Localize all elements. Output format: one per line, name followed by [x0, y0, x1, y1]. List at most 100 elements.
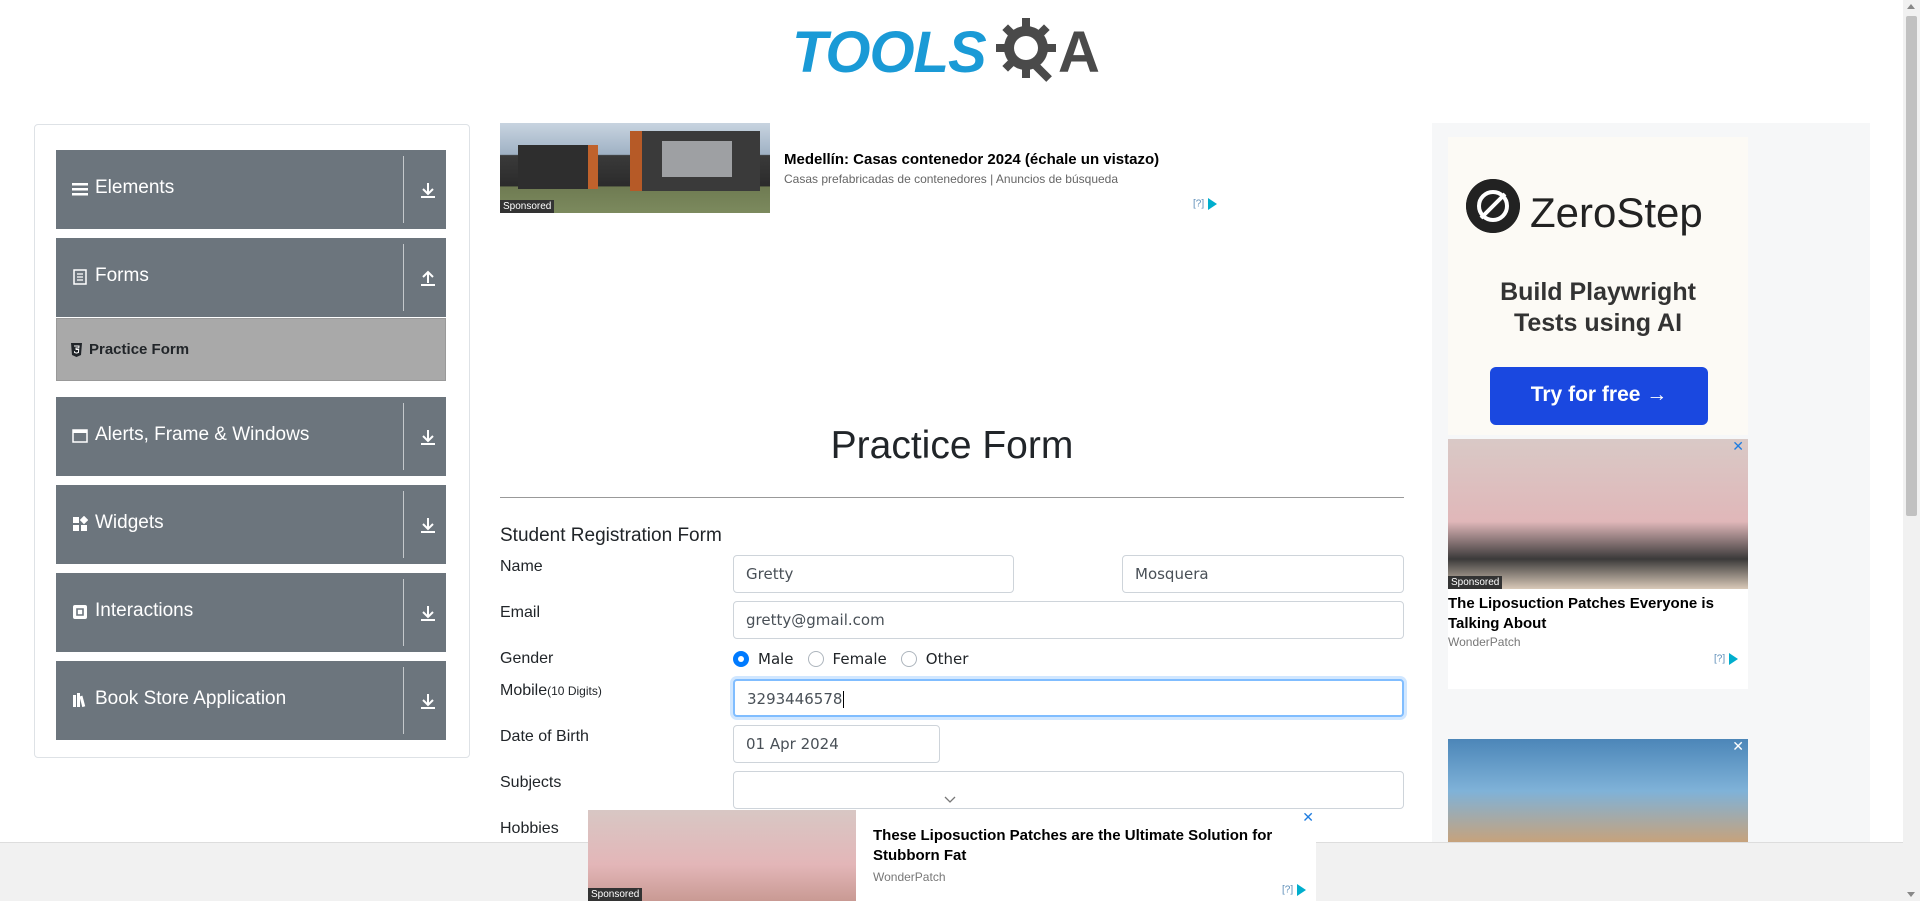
ad-image-container-house [630, 131, 760, 191]
close-icon[interactable]: ✕ [1302, 810, 1314, 826]
sponsored-label: Sponsored [588, 888, 643, 901]
document-icon [73, 269, 87, 285]
mobile-hint: (10 Digits) [547, 684, 602, 698]
right-ad-column: ZeroStep Build Playwright Tests using AI… [1432, 123, 1870, 843]
date-of-birth-input[interactable]: 01 Apr 2024 [733, 725, 940, 763]
mobile-label: Mobile(10 Digits) [500, 682, 602, 700]
sidebar-group-label: Interactions [95, 600, 194, 621]
title-divider [500, 497, 1404, 498]
first-name-input[interactable]: Gretty [733, 555, 1014, 593]
download-arrow-icon[interactable] [419, 515, 437, 535]
form-heading: Student Registration Form [500, 525, 722, 546]
group-divider [403, 244, 404, 311]
last-name-input[interactable]: Mosquera [1122, 555, 1404, 593]
mobile-input[interactable]: 3293446578 [733, 679, 1404, 717]
ad-title[interactable]: These Liposuction Patches are the Ultima… [873, 826, 1303, 866]
group-divider [403, 156, 404, 223]
sidebar-group-label: Forms [95, 265, 149, 286]
adchoices-label: [?] [1282, 884, 1294, 896]
sidebar-item-practice-form[interactable]: Practice Form [56, 318, 446, 381]
interactions-icon [73, 605, 87, 619]
ad-title[interactable]: The Liposuction Patches Everyone is Talk… [1448, 594, 1748, 634]
gender-radio-female[interactable] [807, 651, 824, 667]
email-input[interactable]: gretty@gmail.com [733, 601, 1404, 639]
page-title: Practice Form [830, 424, 1074, 467]
email-label: Email [500, 604, 541, 621]
liposuction-ad-card[interactable]: Sponsored ✕ The Liposuction Patches Ever… [1448, 439, 1748, 689]
ad-brand: WonderPatch [1448, 635, 1521, 649]
sponsored-label: Sponsored [500, 200, 555, 213]
ad-image-container-house [518, 145, 598, 189]
zerostep-ad[interactable]: ZeroStep Build Playwright Tests using AI… [1448, 137, 1748, 435]
gender-label-male[interactable]: Male [758, 650, 794, 668]
gender-label-other[interactable]: Other [926, 650, 969, 668]
html5-icon [71, 343, 82, 357]
adchoices-icon[interactable]: [?] [1282, 884, 1307, 896]
logo-text-tools: TOOLS [792, 20, 987, 85]
top-banner-ad[interactable]: Sponsored Medellín: Casas contenedor 202… [500, 123, 1228, 213]
ad-image[interactable]: Sponsored [500, 123, 770, 213]
zerostep-tagline-line1: Build Playwright [1500, 278, 1696, 306]
adchoices-icon[interactable]: [?] [1714, 653, 1739, 665]
gender-radio-male[interactable] [733, 651, 749, 667]
sidebar-group-elements[interactable]: Elements [56, 150, 446, 229]
gender-radio-other[interactable] [900, 651, 917, 667]
zerostep-logo-icon [1466, 179, 1520, 233]
scrollbar-thumb[interactable] [1906, 16, 1917, 516]
gender-label-female[interactable]: Female [833, 650, 887, 668]
ad-subtitle: Casas prefabricadas de contenedores | An… [784, 172, 1119, 186]
try-for-free-button[interactable]: Try for free → [1490, 367, 1708, 425]
chevron-down-icon[interactable] [944, 796, 956, 804]
adchoices-icon[interactable]: [?] [1193, 198, 1218, 210]
download-arrow-icon[interactable] [419, 180, 437, 200]
text-caret [843, 691, 845, 708]
group-divider [403, 579, 404, 646]
gender-radio-group: Male Female Other [733, 650, 982, 668]
ad-brand: WonderPatch [873, 870, 946, 884]
subjects-input[interactable] [733, 771, 1404, 809]
adchoices-label: [?] [1193, 198, 1205, 210]
zerostep-tagline-line2: Tests using AI [1513, 309, 1683, 337]
download-arrow-icon[interactable] [419, 603, 437, 623]
sidebar-group-widgets[interactable]: Widgets [56, 485, 446, 564]
hobbies-label: Hobbies [500, 820, 559, 837]
group-divider [403, 403, 404, 470]
sidebar-group-label: Widgets [95, 512, 164, 533]
zerostep-brand: ZeroStep [1530, 189, 1703, 236]
sidebar-group-forms[interactable]: Forms [56, 238, 446, 317]
logo-text-a: A [1058, 20, 1100, 85]
ad-image[interactable]: Sponsored [1448, 439, 1748, 589]
close-icon[interactable]: ✕ [1732, 439, 1744, 455]
left-panel: Elements Forms Practice Form Alerts, Fra… [34, 124, 470, 758]
upload-arrow-icon[interactable] [419, 268, 437, 288]
sidebar-group-label: Alerts, Frame & Windows [95, 424, 310, 445]
sidebar-group-interactions[interactable]: Interactions [56, 573, 446, 652]
sponsored-label: Sponsored [1448, 576, 1503, 589]
widgets-icon [73, 516, 88, 531]
group-divider [403, 667, 404, 734]
ad-title[interactable]: Medellín: Casas contenedor 2024 (échale … [784, 151, 1159, 168]
beach-ad-image[interactable]: ✕ [1448, 739, 1748, 843]
gear-magnifier-icon [996, 18, 1056, 82]
zerostep-tagline: Build Playwright Tests using AI [1448, 277, 1748, 339]
subjects-label: Subjects [500, 774, 562, 791]
scroll-down-arrow-icon[interactable] [1907, 892, 1915, 897]
gender-label: Gender [500, 650, 554, 667]
close-icon[interactable]: ✕ [1732, 739, 1744, 755]
mobile-value: 3293446578 [747, 690, 843, 708]
scroll-up-arrow-icon[interactable] [1907, 4, 1915, 9]
bottom-sticky-ad[interactable]: Sponsored ✕ These Liposuction Patches ar… [588, 810, 1316, 901]
mobile-label-text: Mobile [500, 682, 548, 699]
toolsqa-logo[interactable]: TOOLS A [790, 14, 1115, 94]
group-divider [403, 491, 404, 558]
books-icon [73, 693, 86, 708]
window-icon [72, 429, 88, 443]
sidebar-group-book-store[interactable]: Book Store Application [56, 661, 446, 740]
download-arrow-icon[interactable] [419, 427, 437, 447]
dob-label: Date of Birth [500, 728, 589, 745]
sidebar-group-label: Book Store Application [95, 688, 287, 709]
download-arrow-icon[interactable] [419, 691, 437, 711]
vertical-scrollbar[interactable] [1903, 0, 1920, 901]
sidebar-group-alerts-frame-windows[interactable]: Alerts, Frame & Windows [56, 397, 446, 476]
ad-image[interactable]: Sponsored [588, 810, 856, 901]
